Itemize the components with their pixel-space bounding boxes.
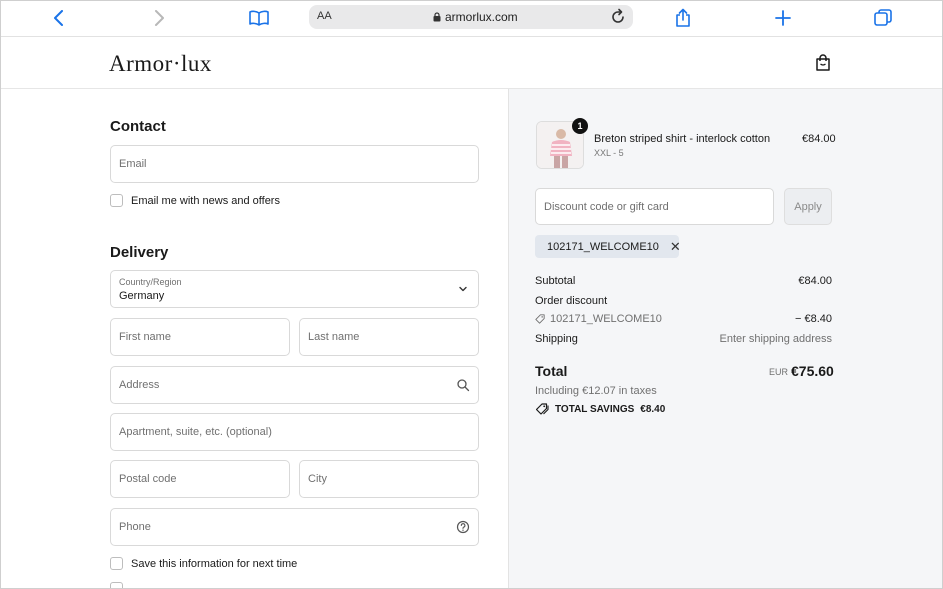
- order-discount-label: Order discount: [535, 295, 608, 307]
- discount-code-field[interactable]: Discount code or gift card: [535, 188, 774, 225]
- reload-icon[interactable]: [609, 8, 627, 26]
- text-offers-checkbox[interactable]: [110, 582, 123, 589]
- shipping-label: Shipping: [535, 333, 578, 345]
- address-bar[interactable]: AA armorlux.com: [309, 5, 633, 29]
- applied-discount-chip: 102171_WELCOME10 ✕: [535, 235, 681, 258]
- order-discount-value: − €8.40: [794, 313, 832, 325]
- delivery-heading: Delivery: [110, 244, 169, 261]
- store-logo[interactable]: Armor·lux: [109, 51, 212, 77]
- tag-icon: [535, 314, 545, 324]
- subtotal-value: €84.00: [798, 275, 832, 287]
- product-name: Breton striped shirt - interlock cotton: [594, 133, 771, 145]
- product-price: €84.00: [802, 133, 836, 145]
- apply-discount-button[interactable]: Apply: [784, 188, 832, 225]
- store-header: Armor·lux: [0, 37, 943, 89]
- order-discount-code-row: 102171_WELCOME10: [535, 313, 662, 325]
- subtotal-label: Subtotal: [535, 275, 576, 287]
- order-discount-code: 102171_WELCOME10: [550, 313, 662, 325]
- back-icon[interactable]: [48, 7, 70, 29]
- bookmarks-icon[interactable]: [248, 7, 270, 29]
- tax-note: Including €12.07 in taxes: [535, 385, 657, 397]
- discount-code-placeholder: Discount code or gift card: [544, 201, 669, 213]
- text-offers-option[interactable]: [110, 582, 123, 589]
- reader-button[interactable]: AA: [317, 10, 332, 22]
- tabs-overview-icon[interactable]: [872, 7, 894, 29]
- url-text: armorlux.com: [445, 10, 518, 24]
- help-icon[interactable]: [456, 520, 470, 534]
- phone-placeholder: Phone: [119, 521, 151, 533]
- share-icon[interactable]: [672, 7, 694, 29]
- total-savings: TOTAL SAVINGS €8.40: [536, 403, 665, 415]
- save-info-checkbox[interactable]: [110, 557, 123, 570]
- contact-heading: Contact: [110, 118, 166, 135]
- shipping-value: Enter shipping address: [719, 333, 832, 345]
- country-select[interactable]: Country/Region Germany: [110, 270, 479, 308]
- newsletter-checkbox[interactable]: [110, 194, 123, 207]
- last-name-field[interactable]: Last name: [299, 318, 479, 356]
- last-name-placeholder: Last name: [308, 331, 360, 343]
- apartment-placeholder: Apartment, suite, etc. (optional): [119, 426, 272, 438]
- phone-field[interactable]: Phone: [110, 508, 479, 546]
- url-display: armorlux.com: [433, 10, 518, 24]
- save-info-label: Save this information for next time: [131, 557, 298, 570]
- postal-code-field[interactable]: Postal code: [110, 460, 290, 498]
- first-name-placeholder: First name: [119, 331, 171, 343]
- total-label: Total: [535, 363, 568, 379]
- tags-icon: [536, 403, 549, 415]
- city-field[interactable]: City: [299, 460, 479, 498]
- quantity-badge: 1: [572, 118, 588, 134]
- total-savings-value: €8.40: [640, 403, 666, 415]
- total-currency: EUR: [769, 367, 789, 377]
- save-info-option[interactable]: Save this information for next time: [110, 557, 297, 570]
- total-amount: €75.60: [791, 363, 834, 379]
- newsletter-label: Email me with news and offers: [131, 194, 280, 207]
- browser-toolbar: AA armorlux.com: [0, 0, 943, 37]
- forward-icon[interactable]: [148, 7, 170, 29]
- applied-discount-code: 102171_WELCOME10: [547, 240, 659, 253]
- city-placeholder: City: [308, 473, 327, 485]
- chevron-down-icon: [459, 286, 467, 292]
- remove-discount-icon[interactable]: ✕: [670, 239, 681, 255]
- product-variant: XXL - 5: [594, 148, 624, 158]
- first-name-field[interactable]: First name: [110, 318, 290, 356]
- address-field[interactable]: Address: [110, 366, 479, 404]
- total-savings-label: TOTAL SAVINGS: [555, 403, 635, 415]
- address-placeholder: Address: [119, 379, 160, 391]
- newsletter-option[interactable]: Email me with news and offers: [110, 194, 280, 207]
- country-label: Country/Region: [119, 277, 182, 287]
- email-field[interactable]: Email: [110, 145, 479, 183]
- shopping-bag-icon[interactable]: [814, 54, 832, 72]
- search-icon[interactable]: [456, 378, 470, 392]
- apartment-field[interactable]: Apartment, suite, etc. (optional): [110, 413, 479, 451]
- lock-icon: [433, 12, 441, 22]
- postal-code-placeholder: Postal code: [119, 473, 177, 485]
- country-value: Germany: [119, 290, 165, 302]
- email-placeholder: Email: [119, 158, 147, 170]
- new-tab-icon[interactable]: [772, 7, 794, 29]
